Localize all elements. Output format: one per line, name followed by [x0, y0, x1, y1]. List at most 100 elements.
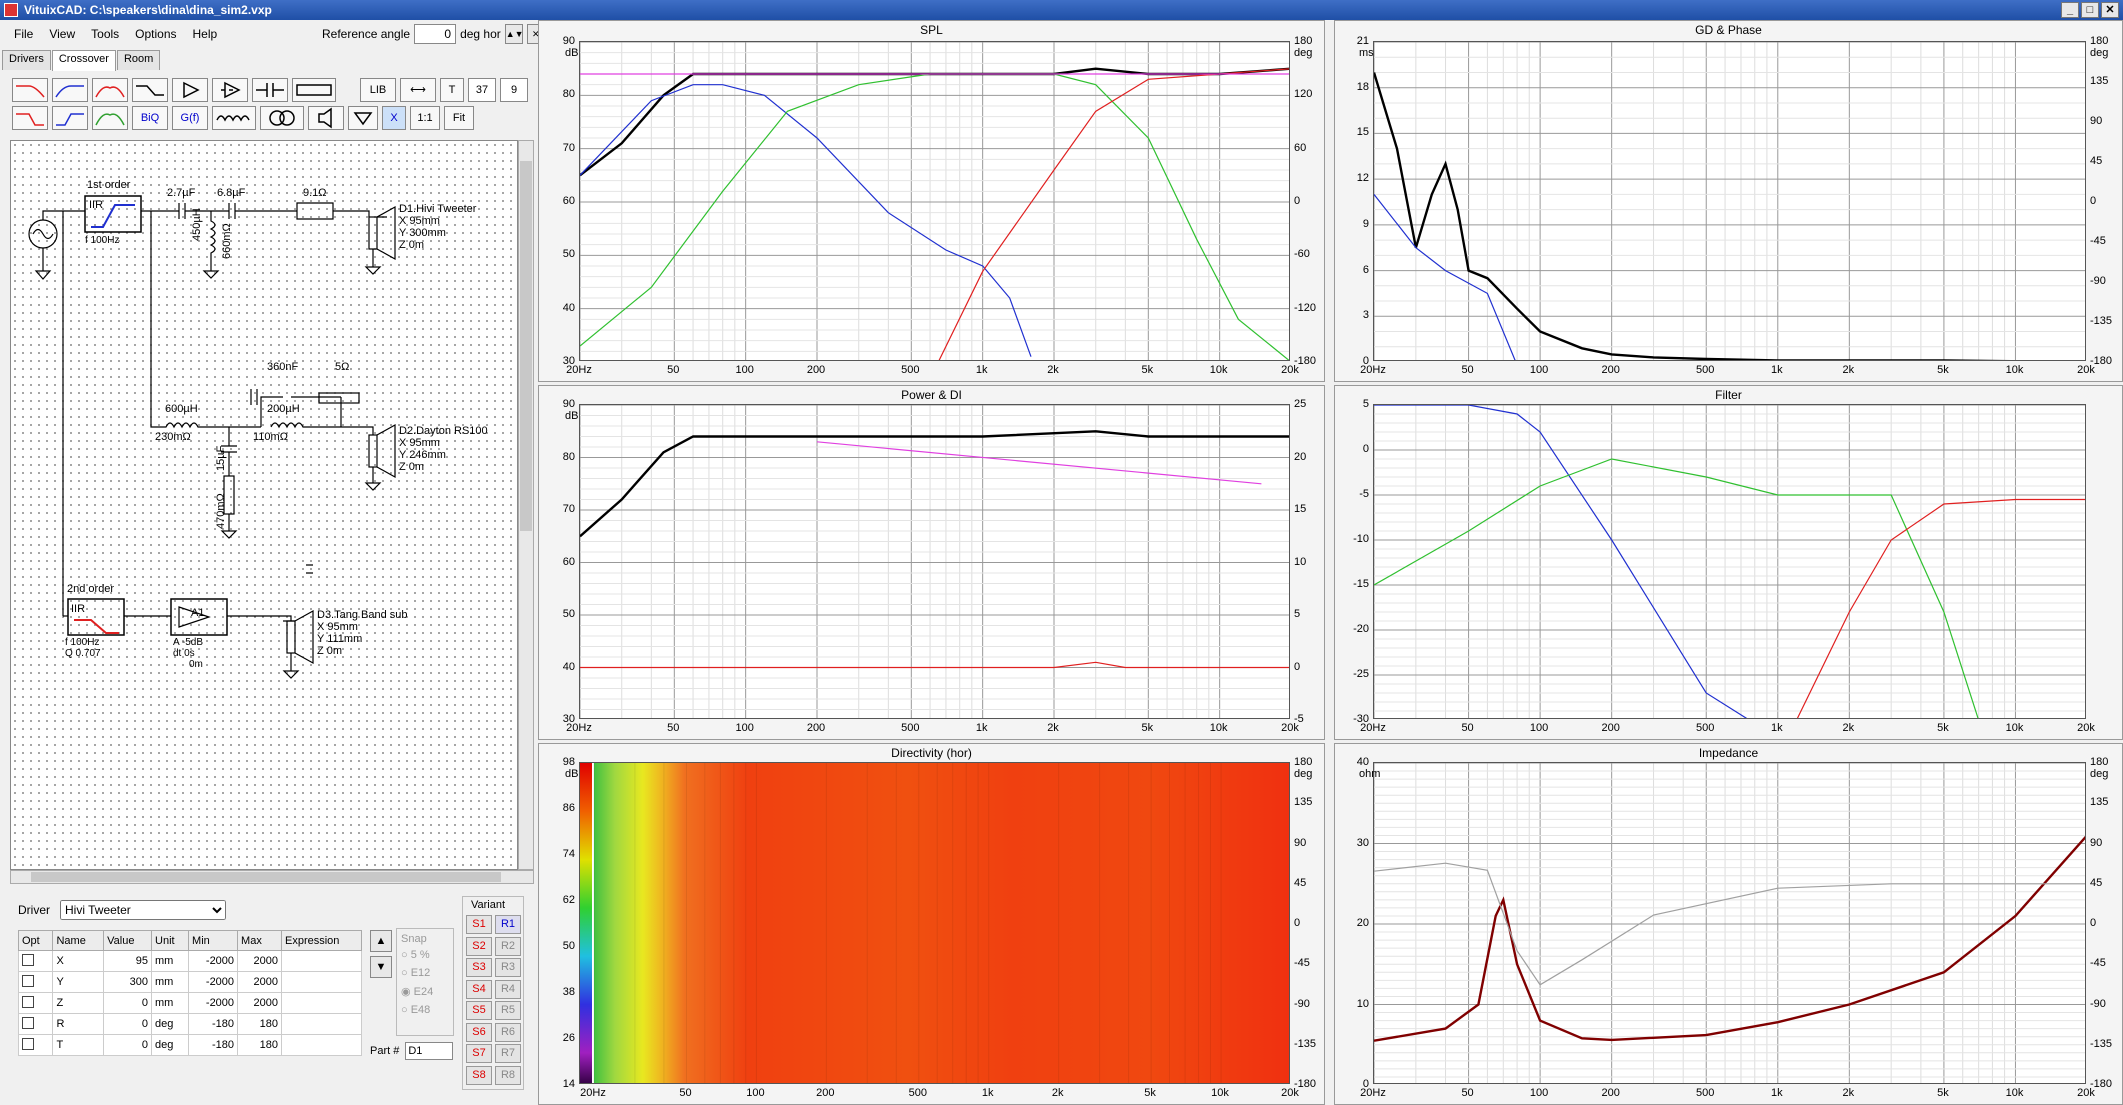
param-max[interactable]: 2000 [237, 992, 282, 1014]
move-up-icon[interactable]: ▲ [370, 930, 392, 952]
opt-checkbox[interactable] [22, 995, 34, 1008]
param-expression[interactable] [281, 950, 362, 972]
move-down-icon[interactable]: ▼ [370, 956, 392, 978]
param-min[interactable]: -2000 [188, 992, 239, 1014]
tab-room[interactable]: Room [116, 50, 161, 70]
reference-angle-input[interactable] [414, 24, 457, 44]
tab-drivers[interactable]: Drivers [2, 50, 51, 70]
minimize-button[interactable]: _ [2061, 2, 2079, 18]
param-value[interactable]: 0 [103, 1013, 153, 1035]
d3-name[interactable]: D3.Tang Band sub [317, 609, 408, 621]
variant-save-s2[interactable]: S2 [466, 936, 492, 956]
arrow-both-icon[interactable]: ⟷ [400, 78, 436, 102]
plot-area-filter[interactable] [1373, 404, 2086, 719]
param-expression[interactable] [281, 1013, 362, 1035]
inductor-icon[interactable] [212, 106, 256, 130]
variant-save-s5[interactable]: S5 [466, 1001, 492, 1020]
opt-checkbox[interactable] [22, 974, 34, 987]
menu-tools[interactable]: Tools [83, 27, 127, 41]
snap-option[interactable]: ○ E12 [401, 967, 449, 979]
snap-option-selected[interactable]: ◉ E24 [401, 985, 449, 998]
lowpass-blue-icon[interactable] [52, 78, 88, 102]
snap-option[interactable]: ○ E48 [401, 1004, 449, 1016]
param-max[interactable]: 180 [237, 1013, 282, 1035]
gf-button[interactable]: G(f) [172, 106, 208, 130]
param-min[interactable]: -2000 [188, 971, 239, 993]
schematic-horizontal-scrollbar[interactable] [10, 870, 534, 884]
variant-save-s7[interactable]: S7 [466, 1044, 492, 1063]
variant-save-s6[interactable]: S6 [466, 1022, 492, 1042]
variant-save-s3[interactable]: S3 [466, 958, 492, 977]
library-button[interactable]: LIB [360, 78, 396, 102]
plot-area-power[interactable] [579, 404, 1290, 719]
table-row[interactable]: T 0 deg -180 180 [17, 1034, 362, 1056]
param-expression[interactable] [281, 1034, 362, 1056]
variant-save-s4[interactable]: S4 [466, 979, 492, 999]
param-value[interactable]: 95 [103, 950, 153, 972]
bandpass-red-icon[interactable] [92, 78, 128, 102]
param-value[interactable]: 300 [103, 971, 153, 993]
table-row[interactable]: Y 300 mm -2000 2000 [17, 971, 362, 993]
d2-name[interactable]: D2.Dayton RS100 [399, 425, 488, 437]
table-row[interactable]: X 95 mm -2000 2000 [17, 950, 362, 972]
lowpass2-red-icon[interactable] [12, 106, 48, 130]
variant-recall-r5[interactable]: R5 [495, 1001, 521, 1020]
plot-area-directivity[interactable] [579, 762, 1290, 1084]
plot-area-impedance[interactable] [1373, 762, 2086, 1084]
param-min[interactable]: -180 [188, 1034, 239, 1056]
biquad-button[interactable]: BiQ [132, 106, 168, 130]
variant-recall-r1[interactable]: R1 [495, 915, 521, 934]
play-triangle-icon[interactable] [172, 78, 208, 102]
variant-save-s1[interactable]: S1 [466, 915, 492, 934]
variant-recall-r6[interactable]: R6 [495, 1022, 521, 1042]
highpass2-blue-icon[interactable] [52, 106, 88, 130]
param-max[interactable]: 180 [237, 1034, 282, 1056]
zoom-fit-button[interactable]: Fit [444, 106, 474, 130]
driver-dropdown[interactable]: Hivi Tweeter [60, 900, 226, 920]
table-row[interactable]: R 0 deg -180 180 [17, 1013, 362, 1035]
tab-crossover[interactable]: Crossover [51, 50, 116, 71]
variant-recall-r7[interactable]: R7 [495, 1044, 521, 1063]
menu-view[interactable]: View [41, 27, 83, 41]
variant-recall-r3[interactable]: R3 [495, 958, 521, 977]
amplifier-icon[interactable] [212, 78, 248, 102]
param-min[interactable]: -180 [188, 1013, 239, 1035]
menu-options[interactable]: Options [127, 27, 184, 41]
lowpass-red-icon[interactable] [12, 78, 48, 102]
variant-recall-r4[interactable]: R4 [495, 979, 521, 999]
schematic-vertical-scrollbar[interactable] [518, 140, 534, 870]
param-min[interactable]: -2000 [188, 950, 239, 972]
transformer-icon[interactable] [260, 106, 304, 130]
param-expression[interactable] [281, 992, 362, 1014]
maximize-button[interactable]: □ [2081, 2, 2099, 18]
opt-checkbox[interactable] [22, 1016, 34, 1029]
snap-option[interactable]: ○ 5 % [401, 949, 449, 961]
param-max[interactable]: 2000 [237, 950, 282, 972]
plot-area-gd[interactable] [1373, 41, 2086, 361]
close-button[interactable]: ✕ [2101, 2, 2119, 18]
ground-icon[interactable] [348, 106, 378, 130]
part-input[interactable] [405, 1042, 454, 1060]
speaker-icon[interactable] [308, 106, 344, 130]
schematic-canvas[interactable]: 1st order IIR f 100Hz 2.7µF 6.8µF 9.1Ω 4… [10, 140, 518, 870]
variant-save-s8[interactable]: S8 [466, 1065, 492, 1085]
text-tool-button[interactable]: T [440, 78, 464, 102]
variant-recall-r8[interactable]: R8 [495, 1065, 521, 1085]
menu-help[interactable]: Help [185, 27, 226, 41]
grid-y-input[interactable]: 9 [500, 78, 528, 102]
capacitor-icon[interactable] [252, 78, 288, 102]
shelf-icon[interactable] [132, 78, 168, 102]
param-expression[interactable] [281, 971, 362, 993]
menu-file[interactable]: File [6, 27, 41, 41]
grid-x-input[interactable]: 37 [468, 78, 496, 102]
delete-button[interactable]: X [382, 106, 406, 130]
plot-area-spl[interactable] [579, 41, 1290, 361]
opt-checkbox[interactable] [22, 1037, 34, 1050]
zoom-1to1-button[interactable]: 1:1 [410, 106, 440, 130]
param-value[interactable]: 0 [103, 992, 153, 1014]
param-max[interactable]: 2000 [237, 971, 282, 993]
d1-name[interactable]: D1.Hivi Tweeter [399, 203, 476, 215]
angle-spin-icon[interactable]: ▲▼ [504, 24, 524, 44]
variant-recall-r2[interactable]: R2 [495, 936, 521, 956]
table-row[interactable]: Z 0 mm -2000 2000 [17, 992, 362, 1014]
